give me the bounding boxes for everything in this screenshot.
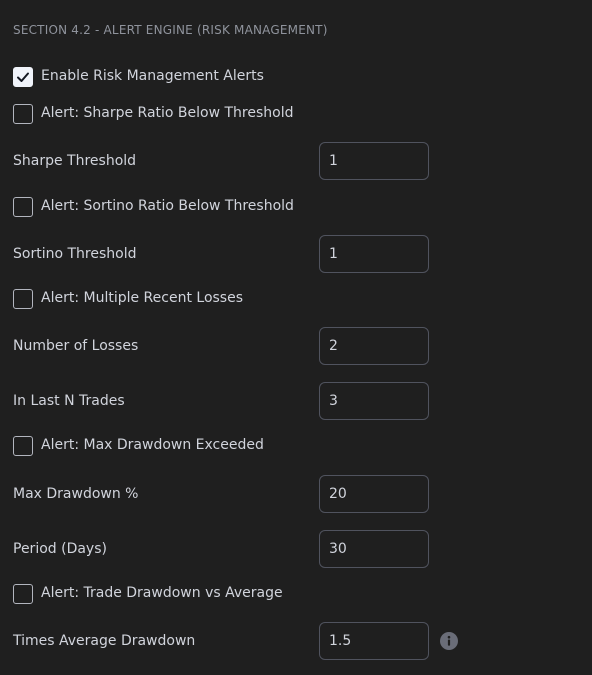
times-average-drawdown-row: Times Average Drawdown xyxy=(0,622,592,660)
sortino-threshold-row: Sortino Threshold xyxy=(0,235,592,273)
times-average-drawdown-input[interactable] xyxy=(319,622,429,660)
period-days-label: Period (Days) xyxy=(13,541,107,557)
last-n-trades-label: In Last N Trades xyxy=(13,393,125,409)
losses-alert-checkbox[interactable] xyxy=(13,289,33,309)
trade-drawdown-alert-checkbox[interactable] xyxy=(13,584,33,604)
trade-drawdown-alert-label: Alert: Trade Drawdown vs Average xyxy=(41,585,283,601)
sharpe-alert-row: Alert: Sharpe Ratio Below Threshold xyxy=(0,104,592,126)
max-drawdown-alert-row: Alert: Max Drawdown Exceeded xyxy=(0,436,592,458)
sortino-alert-row: Alert: Sortino Ratio Below Threshold xyxy=(0,197,592,219)
enable-alerts-label: Enable Risk Management Alerts xyxy=(41,68,264,84)
sharpe-alert-checkbox[interactable] xyxy=(13,104,33,124)
last-n-trades-input[interactable] xyxy=(319,382,429,420)
max-drawdown-alert-checkbox[interactable] xyxy=(13,436,33,456)
enable-alerts-row: Enable Risk Management Alerts xyxy=(0,67,592,89)
losses-alert-label: Alert: Multiple Recent Losses xyxy=(41,290,244,306)
sharpe-alert-label: Alert: Sharpe Ratio Below Threshold xyxy=(41,105,294,121)
sharpe-threshold-input[interactable] xyxy=(319,142,429,180)
period-days-input[interactable] xyxy=(319,530,429,568)
info-glyph xyxy=(447,635,451,646)
number-of-losses-row: Number of Losses xyxy=(0,327,592,365)
last-n-trades-row: In Last N Trades xyxy=(0,382,592,420)
section-title: SECTION 4.2 - ALERT ENGINE (RISK MANAGEM… xyxy=(13,23,328,37)
checkmark-icon xyxy=(17,72,29,82)
losses-alert-row: Alert: Multiple Recent Losses xyxy=(0,289,592,311)
max-drawdown-percent-row: Max Drawdown % xyxy=(0,475,592,513)
sortino-alert-checkbox[interactable] xyxy=(13,197,33,217)
info-icon[interactable] xyxy=(440,632,458,650)
sharpe-threshold-label: Sharpe Threshold xyxy=(13,153,137,169)
number-of-losses-label: Number of Losses xyxy=(13,338,139,354)
sortino-threshold-label: Sortino Threshold xyxy=(13,246,137,262)
max-drawdown-percent-label: Max Drawdown % xyxy=(13,486,139,502)
sortino-threshold-input[interactable] xyxy=(319,235,429,273)
max-drawdown-percent-input[interactable] xyxy=(319,475,429,513)
max-drawdown-alert-label: Alert: Max Drawdown Exceeded xyxy=(41,437,264,453)
trade-drawdown-alert-row: Alert: Trade Drawdown vs Average xyxy=(0,584,592,606)
sortino-alert-label: Alert: Sortino Ratio Below Threshold xyxy=(41,198,294,214)
number-of-losses-input[interactable] xyxy=(319,327,429,365)
times-average-drawdown-label: Times Average Drawdown xyxy=(13,633,196,649)
period-days-row: Period (Days) xyxy=(0,530,592,568)
sharpe-threshold-row: Sharpe Threshold xyxy=(0,142,592,180)
enable-alerts-checkbox[interactable] xyxy=(13,67,33,87)
